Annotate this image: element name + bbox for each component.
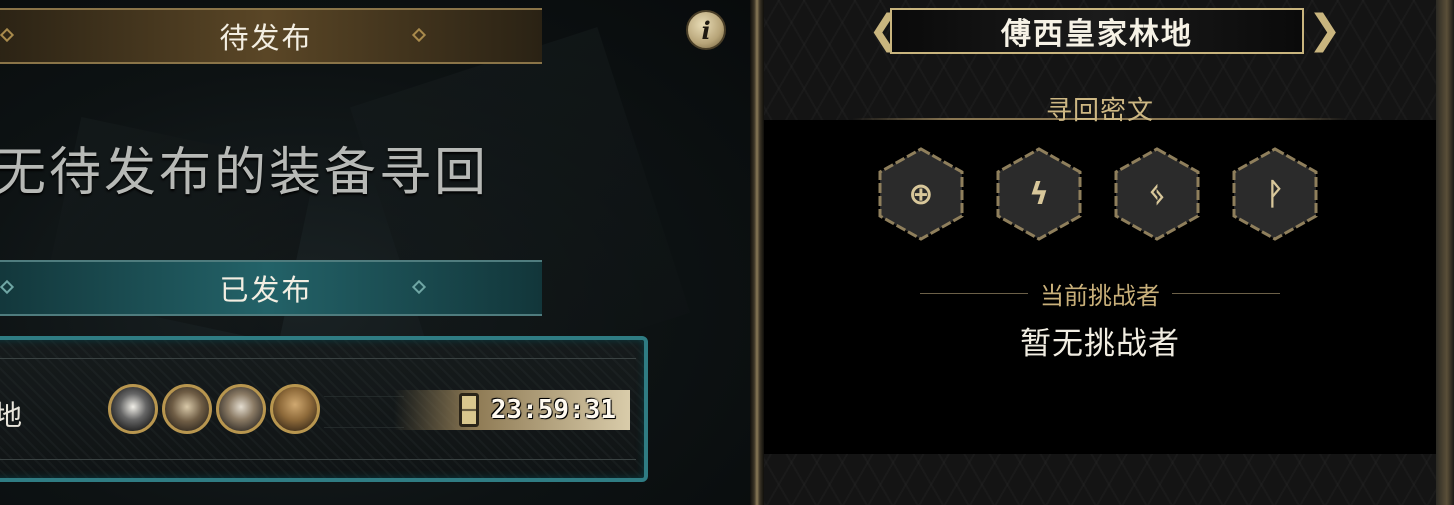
rune-1-icon[interactable]: ⊕ bbox=[876, 146, 966, 242]
section-title: 寻回密文 bbox=[1045, 96, 1154, 126]
published-item-name: 地 bbox=[0, 399, 23, 432]
rune-3-icon[interactable]: ᛃ bbox=[1112, 146, 1202, 242]
current-challenger-value: 暂无挑战者 bbox=[1020, 326, 1180, 362]
countdown-timer: 23:59:31 bbox=[394, 390, 630, 430]
rune-2-icon[interactable]: ϟ bbox=[994, 146, 1084, 242]
participant-avatars bbox=[108, 384, 320, 434]
avatar[interactable] bbox=[270, 384, 320, 434]
location-title: 傅西皇家林地 bbox=[890, 8, 1304, 54]
diamond-ornament-icon bbox=[0, 279, 15, 295]
location-panel: ❮ 傅西皇家林地 ❯ 寻回密文 ⊕ ϟ ᛃ ᚹ 当前挑战者 暂无挑战者 bbox=[764, 0, 1454, 505]
current-challenger-heading: 当前挑战者 bbox=[920, 278, 1280, 310]
posting-panel: 待发布 i 无待发布的装备寻回 已发布 地 23:59:31 bbox=[0, 0, 750, 505]
diamond-ornament-icon bbox=[0, 27, 15, 43]
published-header-banner: 已发布 bbox=[0, 260, 542, 316]
rune-list: ⊕ ϟ ᛃ ᚹ bbox=[876, 146, 1320, 242]
published-header: 已发布 bbox=[219, 273, 313, 307]
chevron-right-icon: ❯ bbox=[1308, 7, 1342, 53]
hourglass-icon bbox=[458, 393, 479, 427]
diamond-ornament-icon bbox=[411, 279, 427, 295]
info-icon[interactable]: i bbox=[686, 10, 726, 50]
pending-header-banner: 待发布 bbox=[0, 8, 542, 64]
rule-line bbox=[1172, 292, 1280, 294]
avatar[interactable] bbox=[108, 384, 158, 434]
avatar[interactable] bbox=[216, 384, 266, 434]
published-item-card[interactable]: 地 23:59:31 bbox=[0, 336, 648, 482]
rule-line bbox=[920, 292, 1028, 294]
timer-text: 23:59:31 bbox=[490, 395, 616, 425]
diamond-ornament-icon bbox=[411, 27, 427, 43]
panel-frame-edge bbox=[1436, 0, 1454, 505]
avatar[interactable] bbox=[162, 384, 212, 434]
panel-divider bbox=[750, 0, 764, 505]
arrow-ornament bbox=[324, 396, 404, 428]
rune-4-icon[interactable]: ᚹ bbox=[1230, 146, 1320, 242]
pending-empty-message: 无待发布的装备寻回 bbox=[0, 143, 490, 203]
current-challenger-label: 当前挑战者 bbox=[1040, 281, 1160, 310]
pending-header: 待发布 bbox=[219, 21, 313, 55]
